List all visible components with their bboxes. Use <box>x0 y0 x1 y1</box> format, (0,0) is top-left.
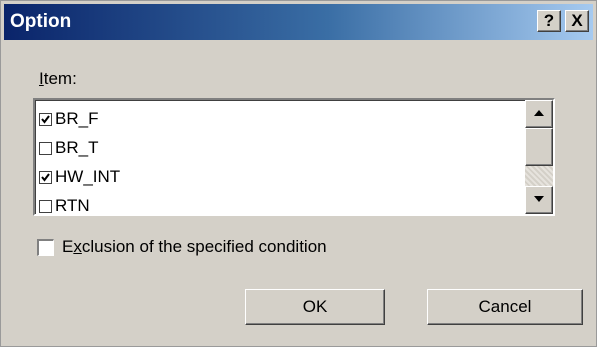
option-dialog: Option ? X Item: BR_F BR_T HW_INT RTN Ex… <box>0 0 597 347</box>
list-item-rtn[interactable]: RTN <box>39 193 90 214</box>
scroll-thumb[interactable] <box>525 128 553 166</box>
item-listbox[interactable]: BR_F BR_T HW_INT RTN <box>33 98 555 216</box>
title-bar[interactable]: Option ? X <box>4 4 593 40</box>
cancel-button[interactable]: Cancel <box>427 289 583 325</box>
arrow-up-icon <box>534 110 544 116</box>
checkmark-icon <box>41 172 50 182</box>
item-checkbox[interactable] <box>39 170 52 184</box>
item-checkbox[interactable] <box>39 112 52 126</box>
exclusion-label-rest: clusion of the specified condition <box>81 237 327 256</box>
list-item-label: RTN <box>55 196 90 214</box>
vertical-scrollbar[interactable] <box>525 100 553 214</box>
exclusion-label-start: E <box>62 237 74 256</box>
list-item-hw-int[interactable]: HW_INT <box>39 164 120 190</box>
exclusion-accelerator: x <box>73 237 82 256</box>
exclusion-checkbox[interactable] <box>37 238 54 256</box>
item-checkbox[interactable] <box>39 141 52 155</box>
list-item-label: BR_F <box>55 109 99 128</box>
scroll-up-button[interactable] <box>525 100 553 128</box>
list-item-label: HW_INT <box>55 167 121 186</box>
item-label-text: tem: <box>43 69 77 88</box>
exclusion-option[interactable]: Exclusion of the specified condition <box>37 237 327 257</box>
item-list: BR_F BR_T HW_INT RTN <box>35 100 523 214</box>
arrow-down-icon <box>534 196 544 202</box>
list-item-br-t[interactable]: BR_T <box>39 135 98 161</box>
item-checkbox[interactable] <box>39 199 52 213</box>
help-button[interactable]: ? <box>537 10 561 32</box>
close-button[interactable]: X <box>565 10 589 32</box>
checkmark-icon <box>41 114 50 124</box>
list-item-br-f[interactable]: BR_F <box>39 106 98 132</box>
item-list-label: Item: <box>39 69 77 89</box>
ok-button[interactable]: OK <box>245 289 385 325</box>
dialog-title: Option <box>10 11 72 32</box>
scroll-down-button[interactable] <box>525 186 553 214</box>
exclusion-label: Exclusion of the specified condition <box>62 237 327 257</box>
list-item-label: BR_T <box>55 138 99 157</box>
